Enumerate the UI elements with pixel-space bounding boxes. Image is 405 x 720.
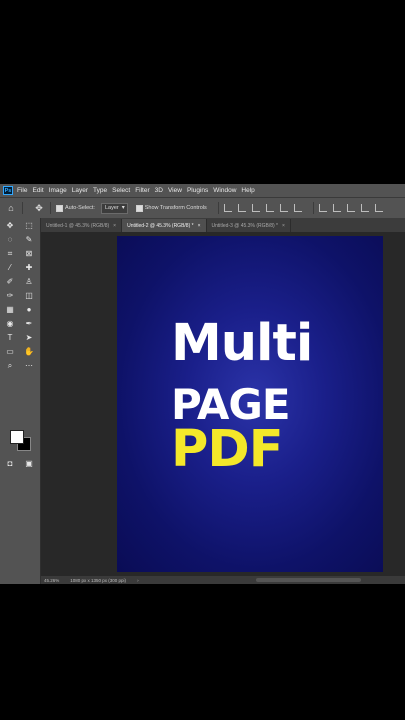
menu-edit[interactable]: Edit [32, 187, 43, 194]
tools-panel: ✥ ⬚ ◌ ✎ ⌗ ⊠ ⁄ ✚ ✐ ♙ ✑ ◫ ▦ ● ◉ ✒ T ➤ ▭ ✋ … [0, 218, 41, 584]
auto-select-target-value: Layer [104, 205, 119, 211]
tab-label: Untitled-3 @ 45.3% (RGB/8) * [211, 222, 279, 229]
menu-layer[interactable]: Layer [72, 187, 88, 194]
healing-brush-tool-icon[interactable]: ✚ [23, 262, 35, 273]
divider [312, 202, 314, 214]
align-left-icon[interactable] [223, 204, 232, 212]
dodge-tool-icon[interactable]: ◉ [4, 318, 16, 329]
align-middle-icon[interactable] [279, 204, 288, 212]
history-brush-tool-icon[interactable]: ✑ [4, 290, 16, 301]
auto-select-target-dropdown[interactable]: Layer [100, 202, 128, 214]
canvas-area[interactable]: Multi PAGE PDF [41, 232, 405, 576]
zoom-level[interactable]: 45.26% [44, 578, 59, 583]
status-arrow-icon[interactable]: › [137, 578, 139, 583]
hand-tool-icon[interactable]: ✋ [23, 346, 35, 357]
frame-tool-icon[interactable]: ⊠ [23, 248, 35, 259]
close-icon[interactable]: × [198, 223, 201, 229]
menu-image[interactable]: Image [49, 187, 67, 194]
zoom-tool-icon[interactable]: ⌕ [4, 360, 16, 371]
tab-label: Untitled-1 @ 45.3% (RGB/8) [46, 222, 110, 229]
menu-view[interactable]: View [168, 187, 182, 194]
menu-select[interactable]: Select [112, 187, 130, 194]
align-bottom-icon[interactable] [293, 204, 302, 212]
menu-window[interactable]: Window [213, 187, 236, 194]
menu-3d[interactable]: 3D [155, 187, 163, 194]
checkbox-icon [135, 204, 143, 212]
document-tabs: Untitled-1 @ 45.3% (RGB/8) × Untitled-2 … [41, 218, 405, 232]
path-selection-tool-icon[interactable]: ➤ [23, 332, 35, 343]
tab-untitled-2[interactable]: Untitled-2 @ 45.3% (RGB/8) * × [122, 219, 207, 232]
close-icon[interactable]: × [282, 223, 285, 229]
pen-tool-icon[interactable]: ✒ [23, 318, 35, 329]
quick-mask-icon[interactable]: ◘ [4, 458, 16, 469]
document-canvas[interactable]: Multi PAGE PDF [117, 236, 383, 572]
type-tool-icon[interactable]: T [4, 332, 16, 343]
home-icon[interactable]: ⌂ [5, 202, 17, 214]
distribute-bottom-icon[interactable] [374, 204, 383, 212]
photoshop-logo: Ps [3, 186, 13, 195]
screen-mode-icon[interactable]: ▣ [23, 458, 35, 469]
status-bar: 45.26% 1080 px x 1350 px (300 ppi) › [41, 576, 405, 584]
menu-help[interactable]: Help [241, 187, 254, 194]
menu-bar: Ps File Edit Image Layer Type Select Fil… [0, 184, 405, 197]
checkbox-icon [56, 204, 63, 212]
photoshop-window: Ps File Edit Image Layer Type Select Fil… [0, 184, 405, 584]
distribute-center-icon[interactable] [332, 204, 341, 212]
lasso-tool-icon[interactable]: ◌ [4, 234, 16, 245]
align-top-icon[interactable] [265, 204, 274, 212]
document-size: 1080 px x 1350 px (300 ppi) [70, 577, 127, 583]
move-tool-icon[interactable]: ✥ [33, 202, 45, 214]
horizontal-scrollbar[interactable] [256, 578, 361, 582]
menu-file[interactable]: File [17, 187, 27, 194]
close-icon[interactable]: × [113, 223, 116, 229]
crop-tool-icon[interactable]: ⌗ [4, 248, 16, 259]
move-tool-icon[interactable]: ✥ [4, 220, 16, 231]
distribute-top-icon[interactable] [360, 204, 369, 212]
auto-select-checkbox[interactable]: Auto-Select: [56, 204, 95, 212]
tab-untitled-1[interactable]: Untitled-1 @ 45.3% (RGB/8) × [41, 219, 123, 232]
divider [22, 202, 23, 214]
show-transform-controls-checkbox[interactable]: Show Transform Controls [135, 204, 207, 212]
clone-stamp-tool-icon[interactable]: ♙ [23, 276, 35, 287]
more-tools-icon[interactable]: ⋯ [23, 360, 35, 371]
align-right-icon[interactable] [251, 204, 260, 212]
brush-tool-icon[interactable]: ✐ [4, 276, 16, 287]
foreground-color-swatch[interactable] [10, 430, 24, 444]
rectangle-tool-icon[interactable]: ▭ [4, 346, 16, 357]
quick-selection-tool-icon[interactable]: ✎ [23, 234, 35, 245]
blur-tool-icon[interactable]: ● [23, 304, 35, 315]
auto-select-label: Auto-Select: [65, 205, 95, 211]
distribute-right-icon[interactable] [346, 204, 355, 212]
divider [217, 202, 219, 214]
headline-line-1[interactable]: Multi [171, 318, 313, 369]
options-bar: ⌂ ✥ Auto-Select: Layer Show Transform Co… [0, 197, 405, 218]
eyedropper-tool-icon[interactable]: ⁄ [4, 262, 16, 273]
menu-plugins[interactable]: Plugins [187, 187, 208, 194]
menu-filter[interactable]: Filter [135, 187, 149, 194]
artboard-tool-icon[interactable]: ⬚ [23, 220, 35, 231]
gradient-tool-icon[interactable]: ▦ [4, 304, 16, 315]
align-center-icon[interactable] [237, 204, 246, 212]
eraser-tool-icon[interactable]: ◫ [23, 290, 35, 301]
transform-label: Show Transform Controls [144, 205, 207, 211]
divider [50, 202, 51, 214]
tab-untitled-3[interactable]: Untitled-3 @ 45.3% (RGB/8) * × [207, 219, 291, 232]
headline-line-3[interactable]: PDF [171, 424, 284, 475]
distribute-left-icon[interactable] [318, 204, 327, 212]
menu-type[interactable]: Type [93, 187, 107, 194]
tab-label: Untitled-2 @ 45.3% (RGB/8) * [127, 222, 194, 229]
